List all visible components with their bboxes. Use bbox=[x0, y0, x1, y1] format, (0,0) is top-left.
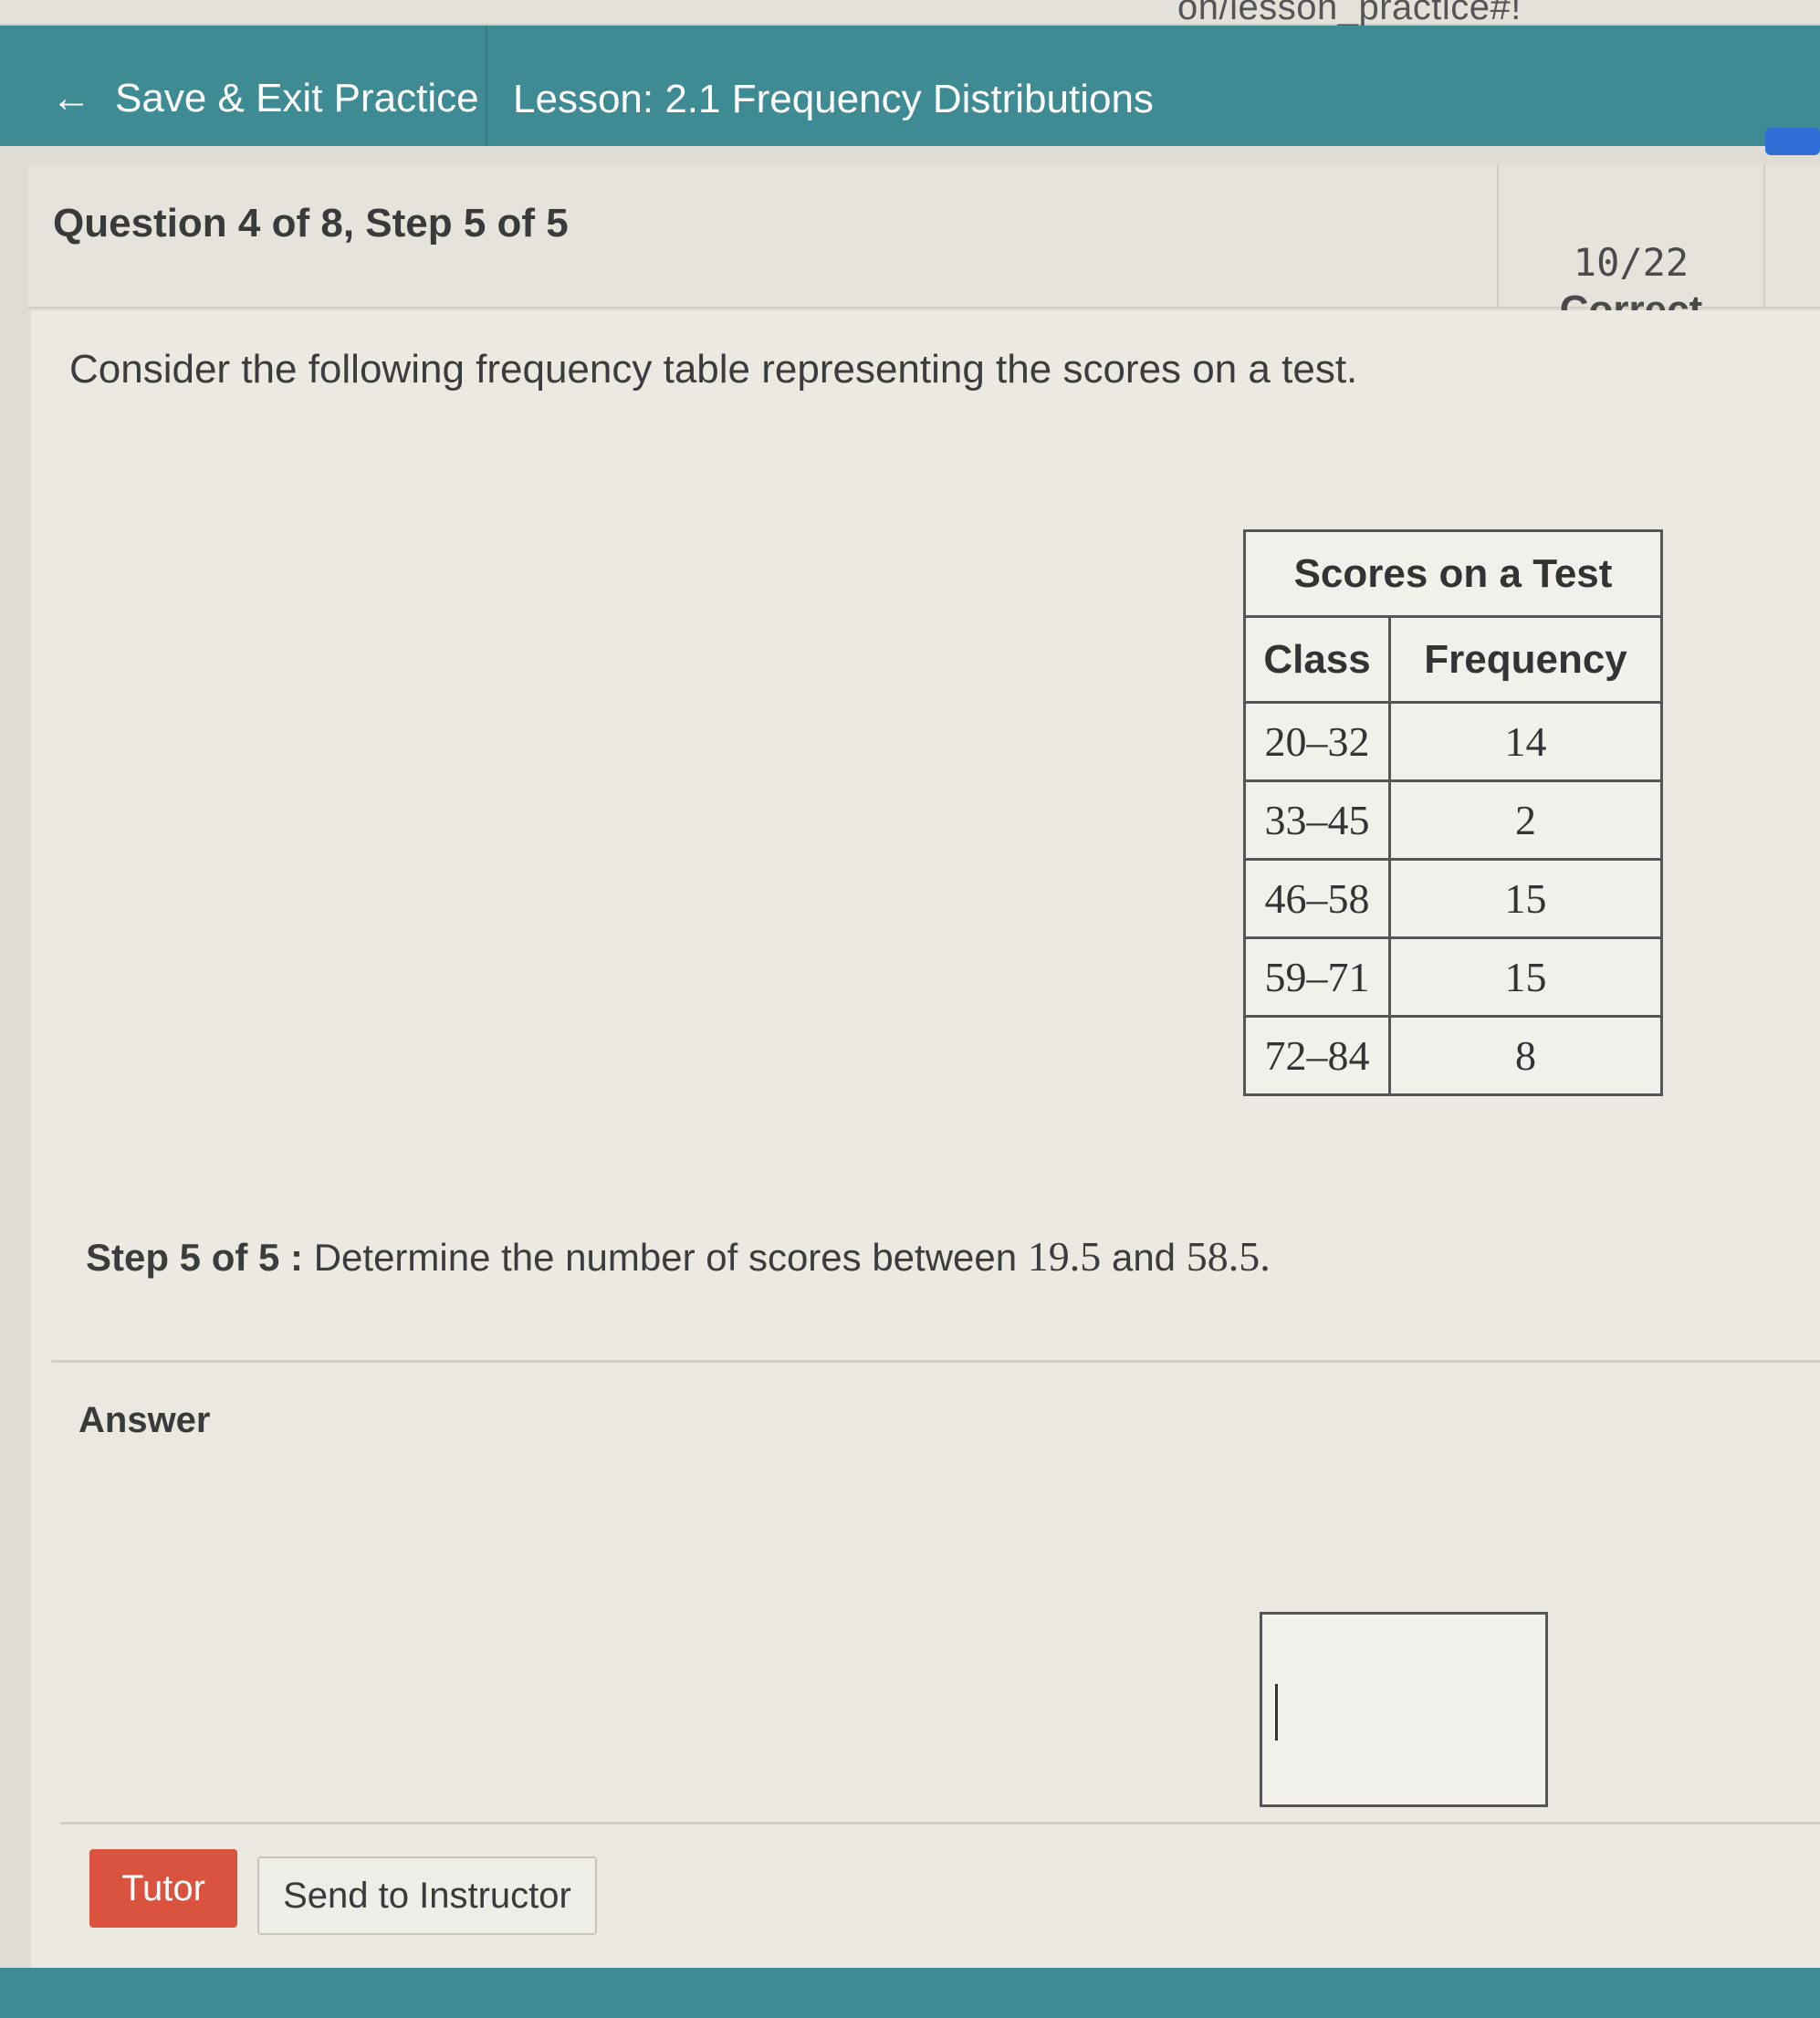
question-prompt: Consider the following frequency table r… bbox=[69, 347, 1358, 392]
frequency-cell: 14 bbox=[1388, 701, 1663, 782]
table-row: 33–45 2 bbox=[1242, 779, 1663, 861]
class-cell: 46–58 bbox=[1242, 858, 1392, 939]
table-header-class: Class bbox=[1242, 615, 1392, 704]
url-text: on/lesson_practice#! bbox=[1177, 0, 1522, 27]
frequency-cell: 15 bbox=[1388, 858, 1663, 939]
save-exit-label: Save & Exit Practice bbox=[115, 76, 479, 120]
frequency-cell: 8 bbox=[1388, 1015, 1663, 1096]
footer-divider bbox=[60, 1822, 1820, 1825]
answer-area bbox=[55, 1364, 1820, 1820]
table-row: 59–71 15 bbox=[1242, 936, 1663, 1018]
arrow-left-icon: ← bbox=[51, 76, 91, 120]
table-row: 46–58 15 bbox=[1242, 858, 1663, 939]
section-divider bbox=[51, 1360, 1820, 1363]
upper-bound: 58.5 bbox=[1186, 1233, 1260, 1280]
table-row: 20–32 14 bbox=[1242, 701, 1663, 782]
score-panel: 10/22 Correct bbox=[1497, 164, 1765, 332]
frequency-table: Scores on a Test Class Frequency 20–32 1… bbox=[1242, 529, 1663, 1096]
browser-url-bar[interactable]: on/lesson_practice#! bbox=[0, 0, 1820, 27]
question-header: Question 4 of 8, Step 5 of 5 10/22 Corre… bbox=[27, 164, 1820, 332]
class-cell: 20–32 bbox=[1242, 701, 1392, 782]
frequency-cell: 2 bbox=[1388, 779, 1663, 861]
class-cell: 33–45 bbox=[1242, 779, 1392, 861]
question-title: Question 4 of 8, Step 5 of 5 bbox=[53, 201, 569, 246]
step-text: Determine the number of scores between bbox=[313, 1236, 1018, 1279]
class-cell: 59–71 bbox=[1242, 936, 1392, 1018]
tutor-button[interactable]: Tutor bbox=[89, 1849, 237, 1928]
step-period: . bbox=[1260, 1233, 1271, 1280]
lower-bound: 19.5 bbox=[1027, 1233, 1102, 1280]
step-label: Step 5 of 5 : bbox=[86, 1236, 304, 1279]
table-caption: Scores on a Test bbox=[1243, 529, 1663, 618]
table-header-frequency: Frequency bbox=[1388, 615, 1663, 704]
send-to-instructor-button[interactable]: Send to Instructor bbox=[257, 1856, 597, 1935]
table-row: 72–84 8 bbox=[1242, 1015, 1663, 1096]
score-count: 10/22 bbox=[1573, 240, 1689, 285]
lesson-title: Lesson: 2.1 Frequency Distributions bbox=[513, 77, 1154, 121]
footer-bar bbox=[0, 1968, 1820, 2018]
progress-indicator bbox=[1765, 128, 1820, 155]
text-caret bbox=[1275, 1684, 1278, 1741]
answer-label: Answer bbox=[78, 1400, 211, 1440]
frequency-cell: 15 bbox=[1388, 936, 1663, 1018]
answer-input[interactable] bbox=[1260, 1612, 1548, 1807]
class-cell: 72–84 bbox=[1242, 1015, 1392, 1096]
step-instruction: Step 5 of 5 : Determine the number of sc… bbox=[86, 1232, 1271, 1281]
step-and: and bbox=[1111, 1236, 1177, 1279]
